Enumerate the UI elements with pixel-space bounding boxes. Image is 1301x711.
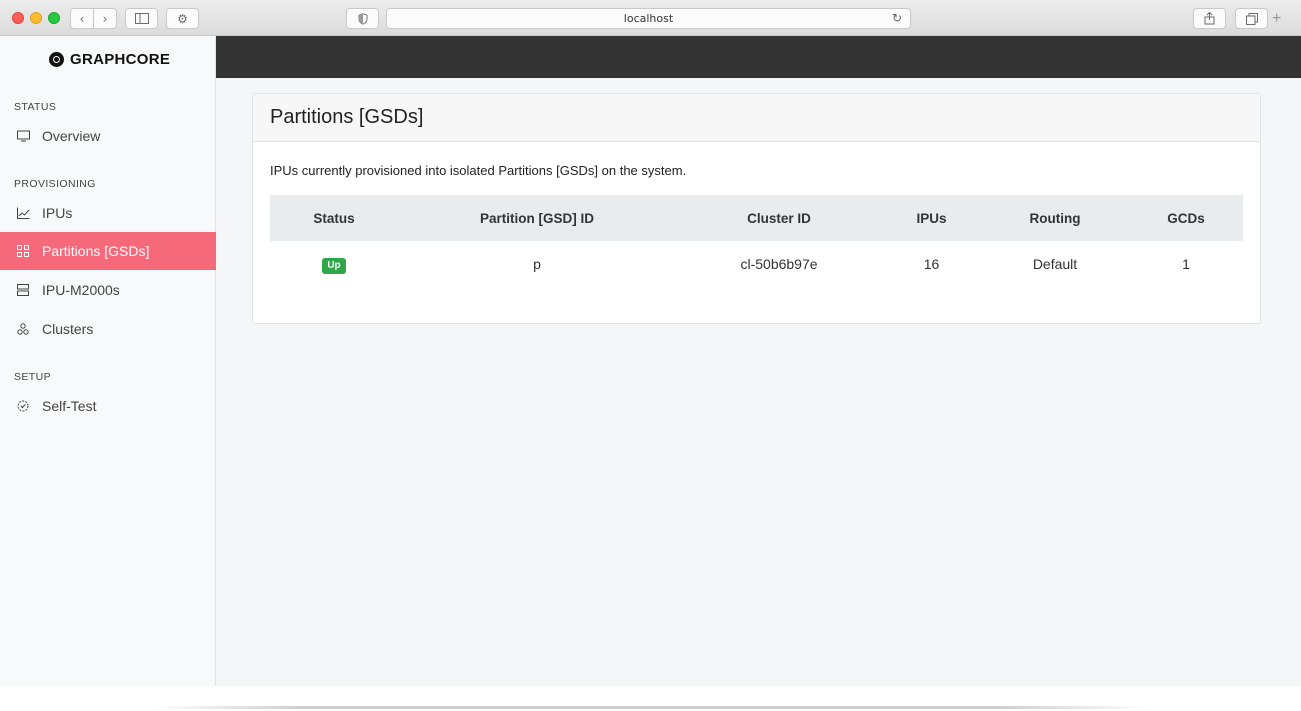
gcds-cell: 1	[1182, 256, 1190, 272]
sidebar-item-ipu-m2000s[interactable]: IPU-M2000s	[0, 271, 216, 309]
partitions-table: Status Partition [GSD] ID Cluster ID IPU…	[270, 195, 1243, 287]
close-window-button[interactable]	[12, 12, 24, 24]
server-icon	[16, 283, 30, 297]
page-title: Partitions [GSDs]	[270, 106, 424, 128]
chevron-right-icon[interactable]: ›	[94, 12, 116, 26]
monitor-icon	[16, 129, 30, 143]
section-label-status: STATUS	[14, 101, 57, 113]
partition-id-cell: p	[533, 256, 541, 272]
partitions-card: Partitions [GSDs] IPUs currently provisi…	[252, 93, 1261, 324]
minimize-window-button[interactable]	[30, 12, 42, 24]
sidebar-item-label: Partitions [GSDs]	[42, 243, 150, 259]
column-header-status[interactable]: Status	[270, 211, 398, 226]
gear-icon: ⚙	[177, 11, 188, 26]
card-header: Partitions [GSDs]	[253, 94, 1260, 142]
reload-icon[interactable]: ↻	[892, 11, 902, 25]
column-header-partition-id[interactable]: Partition [GSD] ID	[398, 211, 676, 226]
sidebar-item-partitions[interactable]: Partitions [GSDs]	[0, 232, 216, 270]
card-description: IPUs currently provisioned into isolated…	[270, 163, 687, 178]
graphcore-logo-icon	[49, 52, 64, 67]
share-button[interactable]	[1193, 8, 1226, 29]
column-header-ipus[interactable]: IPUs	[882, 211, 981, 226]
share-icon	[1204, 12, 1215, 25]
self-test-icon	[16, 399, 30, 413]
routing-cell: Default	[1032, 256, 1078, 272]
window-bottom-edge	[0, 686, 1301, 711]
clusters-icon	[16, 322, 30, 336]
status-badge: Up	[322, 257, 346, 274]
table-header: Status Partition [GSD] ID Cluster ID IPU…	[270, 195, 1243, 241]
sidebar-item-label: Self-Test	[42, 398, 97, 414]
section-label-provisioning: PROVISIONING	[14, 178, 96, 190]
sidebar: GRAPHCORE STATUS Overview PROVISIONING I…	[0, 36, 216, 686]
zoom-window-button[interactable]	[48, 12, 60, 24]
window-shadow-divider	[150, 706, 1150, 709]
sidebar-item-clusters[interactable]: Clusters	[0, 310, 216, 348]
main-content: Partitions [GSDs] IPUs currently provisi…	[216, 78, 1301, 686]
graphcore-logo[interactable]: GRAPHCORE	[49, 51, 170, 68]
section-label-setup: SETUP	[14, 371, 52, 383]
cluster-id-cell: cl-50b6b97e	[740, 256, 818, 272]
sidebar-item-label: Overview	[42, 128, 101, 144]
privacy-button[interactable]	[346, 8, 379, 29]
logo-text: GRAPHCORE	[70, 51, 171, 68]
partitions-icon	[16, 244, 30, 258]
sidebar-toggle-button[interactable]	[125, 8, 158, 29]
settings-button[interactable]: ⚙	[166, 8, 199, 29]
address-bar[interactable]: localhost ↻	[386, 8, 911, 29]
column-header-cluster-id[interactable]: Cluster ID	[676, 211, 882, 226]
sidebar-item-self-test[interactable]: Self-Test	[0, 387, 216, 425]
history-nav: ‹ ›	[70, 8, 117, 29]
chart-line-icon	[16, 206, 30, 220]
address-text: localhost	[623, 12, 674, 25]
tabs-icon	[1245, 12, 1258, 25]
status-cell: Up	[270, 255, 398, 274]
ipus-cell: 16	[923, 256, 940, 272]
chevron-left-icon[interactable]: ‹	[71, 12, 93, 26]
browser-toolbar: ‹ › ⚙ localhost ↻ +	[0, 0, 1301, 36]
column-header-gcds[interactable]: GCDs	[1129, 211, 1243, 226]
sidebar-item-ipus[interactable]: IPUs	[0, 194, 216, 232]
shield-icon	[358, 12, 367, 25]
top-header-bar	[216, 36, 1301, 78]
table-row[interactable]: Up p cl-50b6b97e 16 Default 1	[270, 241, 1243, 287]
sidebar-item-label: IPU-M2000s	[42, 282, 120, 298]
column-header-routing[interactable]: Routing	[981, 211, 1129, 226]
plus-icon[interactable]: +	[1272, 10, 1281, 28]
sidebar-item-label: Clusters	[42, 321, 94, 337]
show-tabs-button[interactable]	[1235, 8, 1268, 29]
sidebar-icon	[134, 13, 149, 24]
sidebar-item-label: IPUs	[42, 205, 73, 221]
sidebar-item-overview[interactable]: Overview	[0, 117, 216, 155]
